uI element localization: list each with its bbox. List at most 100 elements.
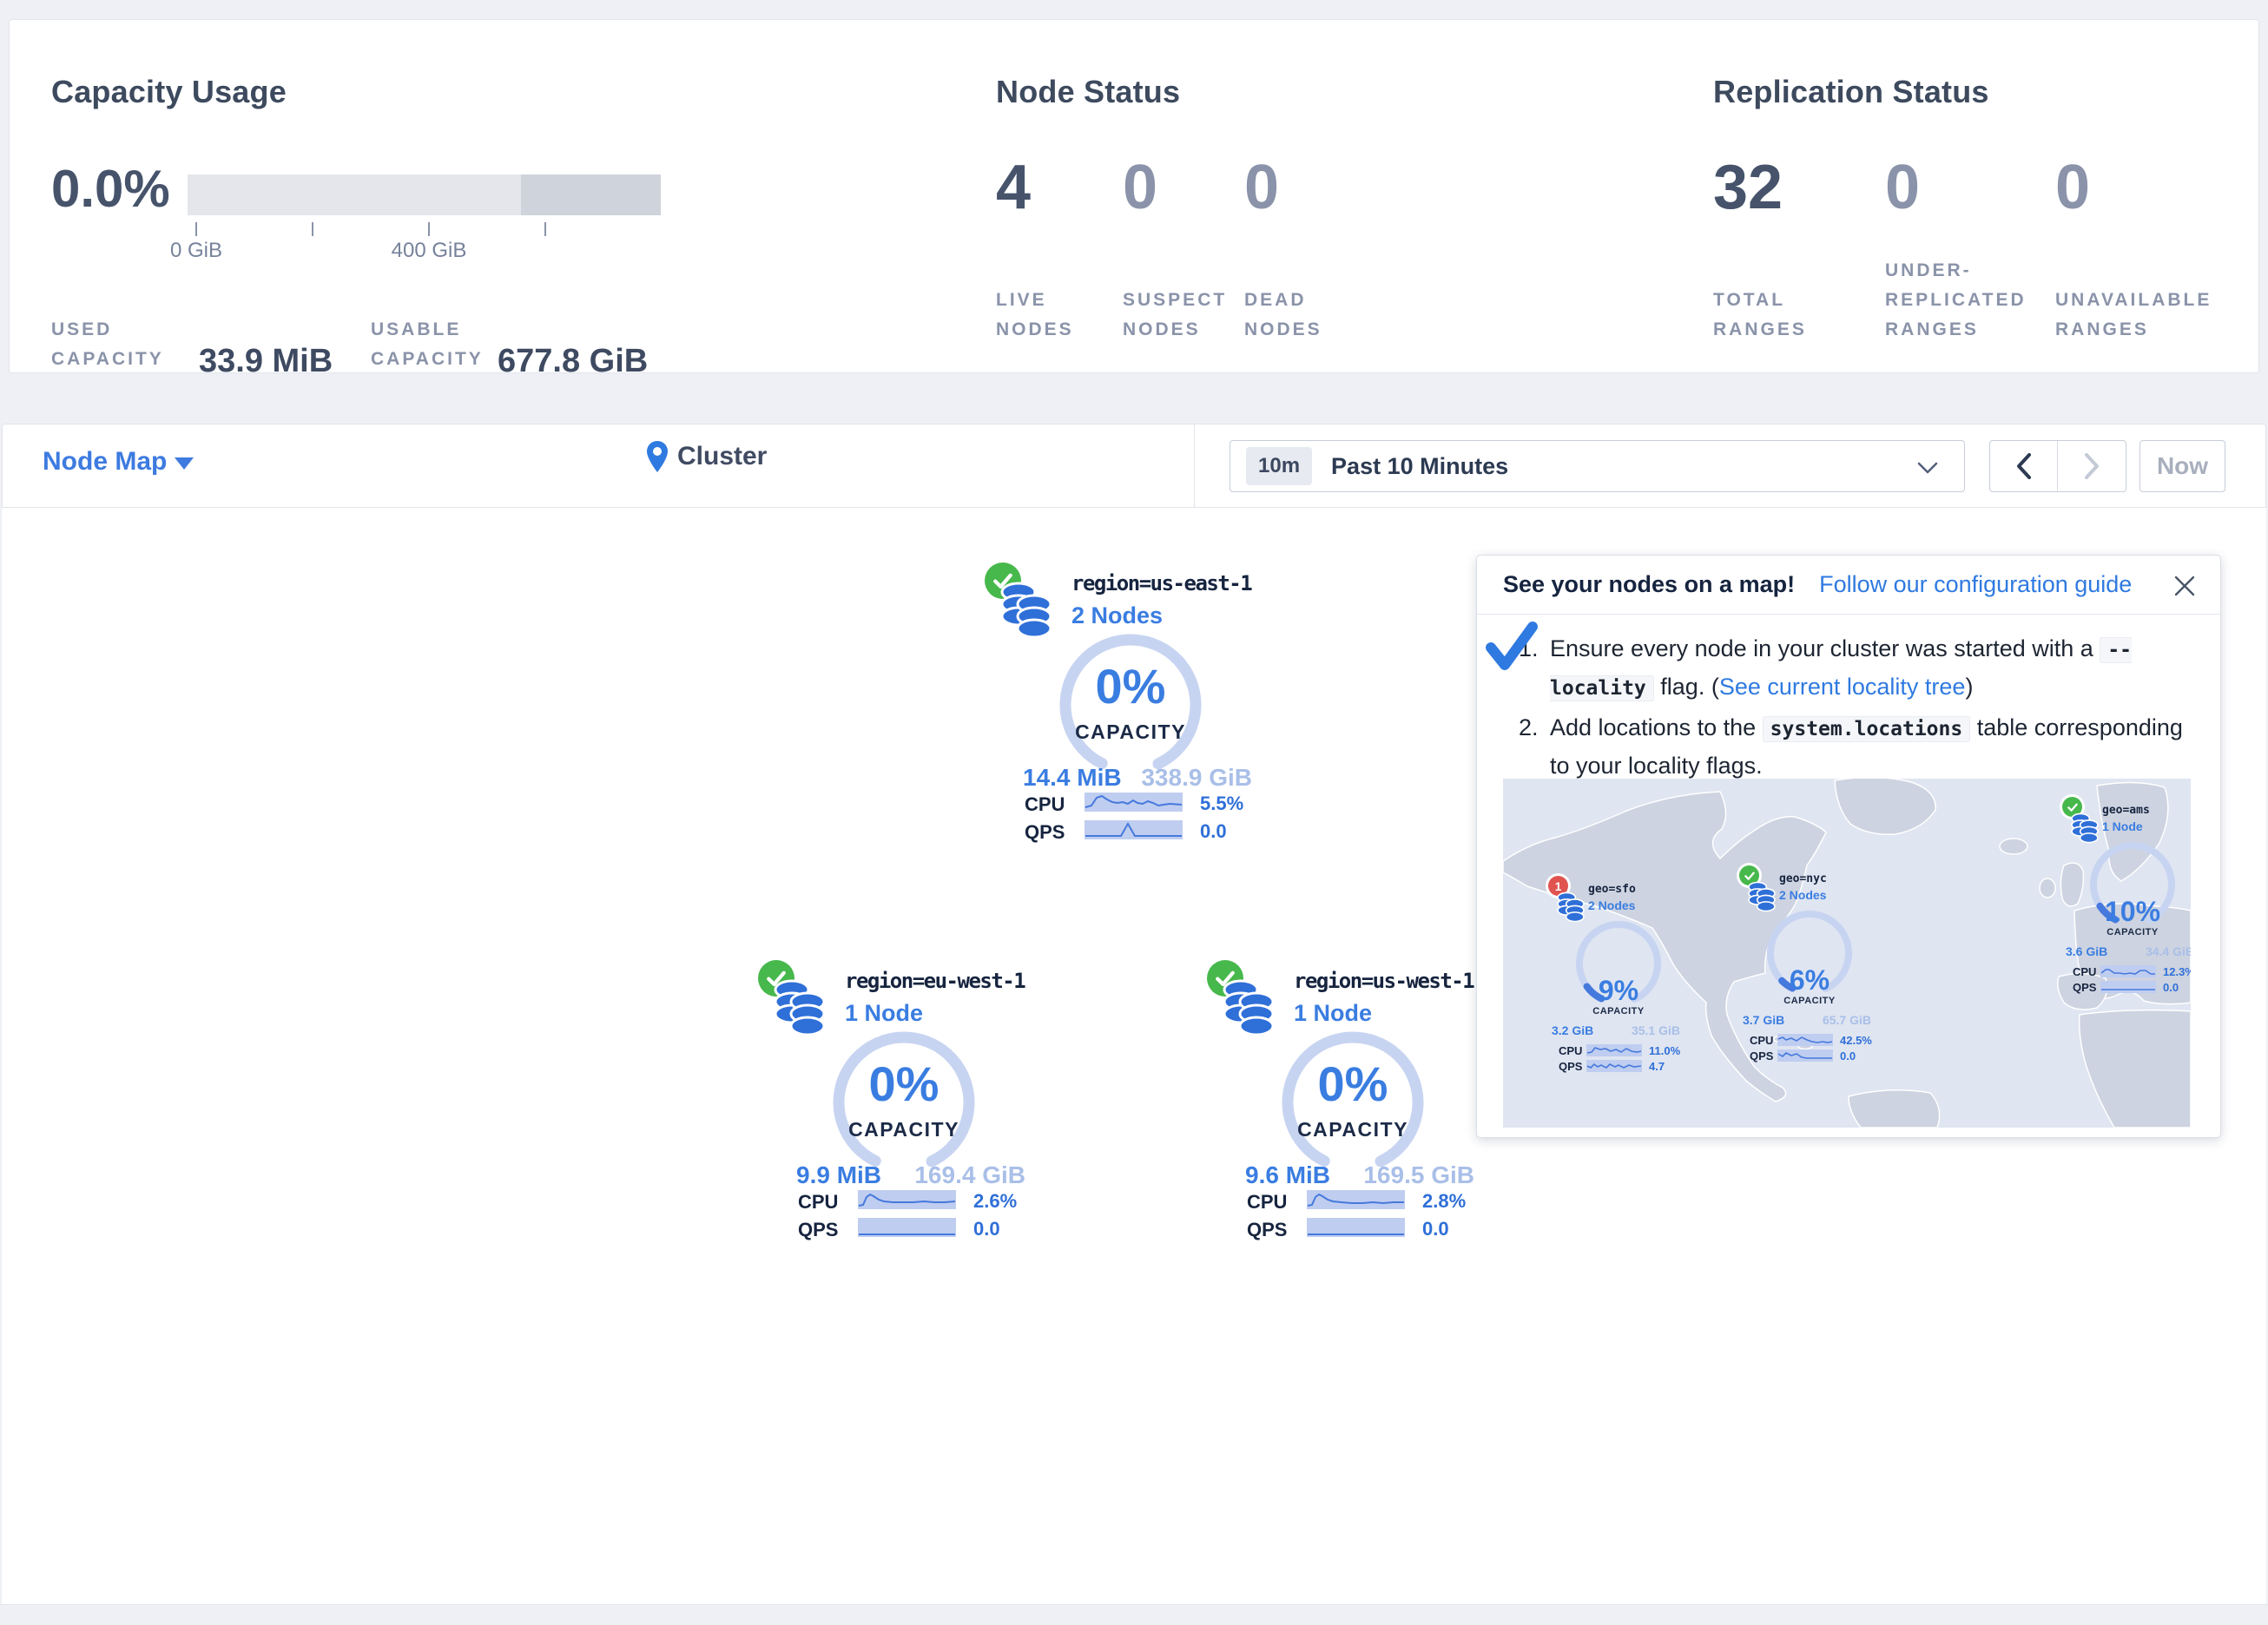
capacity-axis-tick — [544, 222, 546, 236]
time-range-dropdown[interactable]: 10m Past 10 Minutes — [1230, 440, 1965, 492]
cpu-sparkline — [858, 1190, 956, 1209]
capacity-total-value: 34.4 GiB — [2135, 944, 2191, 958]
cpu-row-label: CPU — [2073, 965, 2096, 978]
map-node-count: 2 Nodes — [1779, 888, 1826, 902]
qps-sparkline — [1777, 1049, 1833, 1062]
cpu-value: 42.5% — [1840, 1034, 1872, 1047]
chevron-down-icon — [175, 457, 194, 470]
region-group-us-east-1[interactable]: region=us-east-1 2 Nodes 0% CAPACITY 14.… — [940, 557, 1322, 857]
capacity-usage-bar-reserved — [521, 174, 661, 215]
qps-row-label: QPS — [798, 1219, 838, 1241]
map-node-nyc[interactable]: geo=nyc 2 Nodes 6% CAPACITY 3.7 GiB 65.7… — [1736, 864, 1875, 1063]
cpu-value: 11.0% — [1649, 1044, 1680, 1057]
cpu-value: 5.5% — [1200, 793, 1243, 815]
qps-sparkline — [1586, 1060, 1642, 1072]
view-selector-dropdown[interactable]: Node Map — [43, 447, 167, 477]
cpu-row-label: CPU — [1247, 1191, 1287, 1214]
map-node-sfo[interactable]: 1 geo=sfo 2 Nodes 9% CAPACITY 3.2 GiB 35… — [1545, 874, 1684, 1074]
qps-sparkline — [858, 1218, 956, 1237]
time-range-label: Past 10 Minutes — [1331, 453, 1508, 480]
qps-sparkline — [1307, 1218, 1405, 1237]
region-locality-label: region=eu-west-1 — [845, 969, 1025, 993]
capacity-total-value: 65.7 GiB — [1812, 1013, 1871, 1027]
map-node-ams[interactable]: geo=ams 1 Node 10% CAPACITY 3.6 GiB 34.4… — [2059, 795, 2191, 995]
capacity-gauge-label: CAPACITY — [1571, 1006, 1666, 1016]
map-node-locality: geo=sfo — [1588, 883, 1636, 896]
capacity-axis-tick — [428, 222, 430, 236]
qps-value: 0.0 — [1422, 1218, 1449, 1240]
dead-nodes-label: DEAD NODES — [1244, 286, 1322, 345]
total-ranges-count: 32 — [1713, 152, 1783, 223]
capacity-gauge-percent: 0% — [1048, 658, 1213, 714]
qps-value: 0.0 — [2163, 981, 2179, 994]
capacity-axis-tick — [312, 222, 313, 236]
chevron-right-icon — [2084, 453, 2100, 479]
time-step-back-button[interactable] — [1990, 441, 2058, 491]
popup-header: See your nodes on a map! Follow our conf… — [1477, 556, 2220, 615]
capacity-gauge-percent: 0% — [821, 1056, 986, 1112]
capacity-used-value: 14.4 MiB — [1023, 764, 1122, 792]
cpu-row-label: CPU — [798, 1191, 838, 1214]
locality-tree-link[interactable]: See current locality tree — [1719, 674, 1966, 700]
qps-row-label: QPS — [1750, 1049, 1773, 1062]
used-capacity-value: 33.9 MiB — [199, 343, 333, 380]
unavailable-count: 0 — [2055, 152, 2090, 223]
usable-capacity-value: 677.8 GiB — [498, 343, 648, 380]
popup-step-1: 1. Ensure every node in your cluster was… — [1519, 630, 2196, 706]
cpu-sparkline — [1777, 1034, 1833, 1046]
done-check-mark — [1482, 618, 1539, 675]
cpu-row-label: CPU — [1750, 1034, 1773, 1047]
replication-status-title: Replication Status — [1713, 74, 1989, 110]
close-icon[interactable] — [2172, 573, 2198, 599]
qps-row-label: QPS — [1559, 1060, 1582, 1073]
capacity-axis-label-400: 400 GiB — [392, 239, 467, 263]
time-step-controls — [1989, 440, 2126, 492]
capacity-usage-percent: 0.0% — [51, 159, 170, 219]
cpu-value: 12.3% — [2163, 965, 2191, 978]
breadcrumb-cluster[interactable]: Cluster — [677, 442, 767, 471]
capacity-gauge-label: CAPACITY — [1270, 1118, 1435, 1141]
cpu-row-label: CPU — [1025, 793, 1065, 816]
cpu-value: 2.6% — [973, 1190, 1017, 1213]
map-node-locality: geo=ams — [2102, 804, 2150, 817]
capacity-total-value: 169.4 GiB — [913, 1161, 1025, 1189]
capacity-axis-tick — [195, 222, 197, 236]
qps-sparkline — [1085, 820, 1183, 839]
configuration-guide-link[interactable]: Follow our configuration guide — [1819, 571, 2132, 598]
under-replicated-label: UNDER- REPLICATED RANGES — [1885, 256, 2027, 345]
map-node-locality: geo=nyc — [1779, 872, 1827, 885]
map-node-count: 2 Nodes — [1588, 898, 1635, 912]
capacity-used-value: 9.6 MiB — [1245, 1161, 1330, 1189]
capacity-total-value: 338.9 GiB — [1139, 764, 1252, 792]
capacity-gauge-percent: 0% — [1270, 1056, 1435, 1112]
total-ranges-label: TOTAL RANGES — [1713, 286, 1807, 345]
node-map-config-popup: See your nodes on a map! Follow our conf… — [1476, 555, 2221, 1138]
qps-row-label: QPS — [1025, 821, 1065, 844]
time-range-badge: 10m — [1246, 447, 1312, 485]
cpu-value: 2.8% — [1422, 1190, 1466, 1213]
capacity-total-value: 35.1 GiB — [1621, 1023, 1680, 1037]
time-step-forward-button[interactable] — [2058, 441, 2126, 491]
capacity-gauge-label: CAPACITY — [1762, 996, 1857, 1006]
cluster-summary-panel: Capacity Usage 0.0% 0 GiB 400 GiB USED C… — [9, 19, 2259, 373]
system-locations-code: system.locations — [1763, 716, 1971, 742]
qps-row-label: QPS — [2073, 981, 2096, 994]
capacity-usage-bar — [188, 174, 661, 215]
used-capacity-label: USED CAPACITY — [51, 315, 164, 374]
region-group-eu-west-1[interactable]: region=eu-west-1 1 Node 0% CAPACITY 9.9 … — [713, 955, 1095, 1254]
capacity-used-value: 3.2 GiB — [1552, 1023, 1593, 1037]
now-button[interactable]: Now — [2139, 440, 2225, 492]
region-locality-label: region=us-east-1 — [1071, 571, 1251, 595]
live-nodes-count: 4 — [996, 152, 1031, 223]
map-node-count: 1 Node — [2102, 819, 2143, 833]
node-status-title: Node Status — [996, 74, 1180, 110]
capacity-gauge-percent: 9% — [1571, 975, 1666, 1007]
capacity-gauge-label: CAPACITY — [2085, 927, 2180, 938]
popup-steps: 1. Ensure every node in your cluster was… — [1519, 630, 2196, 789]
capacity-used-value: 9.9 MiB — [796, 1161, 881, 1189]
node-group-icon — [1223, 976, 1275, 1040]
capacity-axis-label-0: 0 GiB — [170, 239, 222, 263]
capacity-used-value: 3.7 GiB — [1743, 1013, 1784, 1027]
cpu-sparkline — [1586, 1044, 1642, 1056]
map-pin-icon — [646, 440, 669, 473]
